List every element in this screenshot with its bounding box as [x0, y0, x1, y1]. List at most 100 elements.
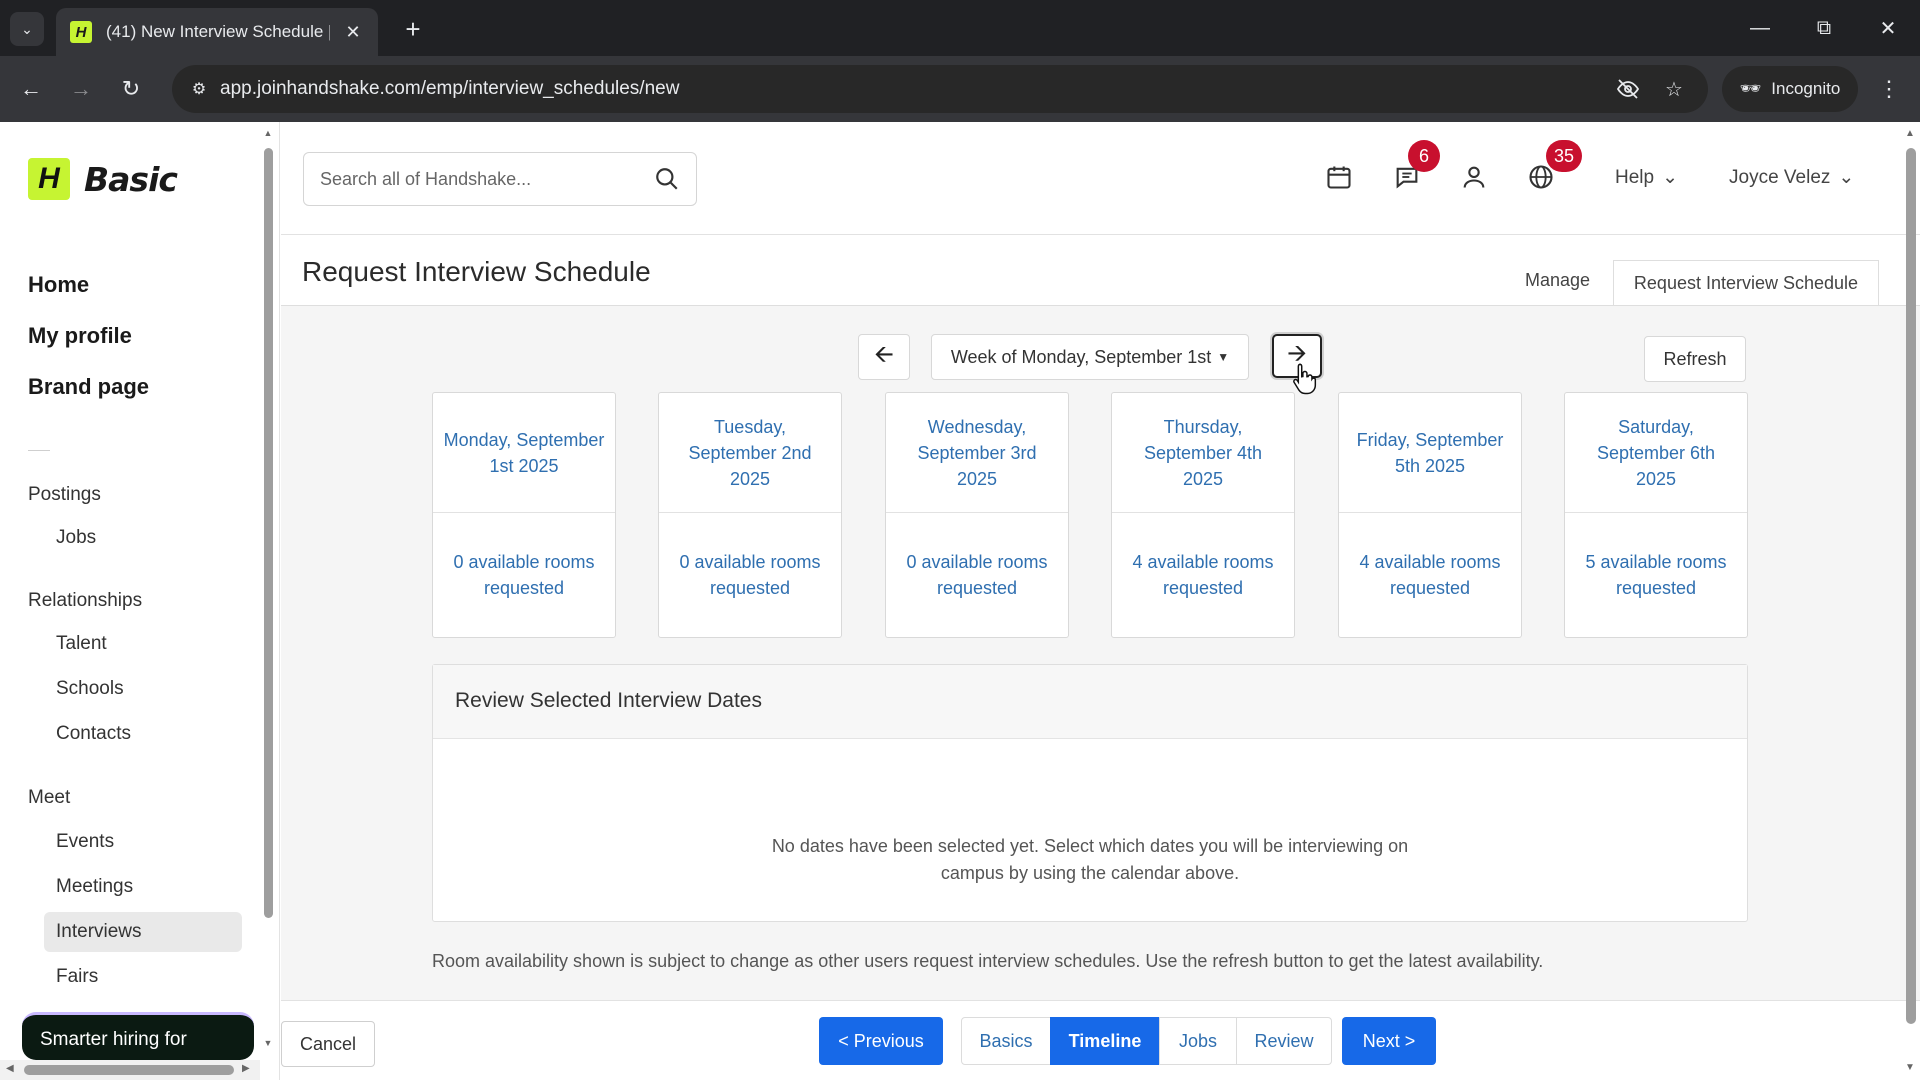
day-rooms[interactable]: 4 available rooms requested — [1339, 513, 1521, 637]
minimize-window-button[interactable]: — — [1740, 10, 1780, 46]
day-rooms[interactable]: 4 available rooms requested — [1112, 513, 1294, 637]
step-jobs[interactable]: Jobs — [1159, 1017, 1237, 1065]
scroll-right-icon[interactable]: ▶ — [242, 1063, 250, 1074]
back-arrow-icon[interactable]: ← — [14, 72, 48, 106]
browser-menu-icon[interactable]: ⋮ — [1872, 72, 1906, 106]
step-review[interactable]: Review — [1236, 1017, 1332, 1065]
day-card-friday[interactable]: Friday, September 5th 2025 4 available r… — [1338, 392, 1522, 638]
restore-window-button[interactable]: ⧉ — [1804, 10, 1844, 46]
tab-request-interview-schedule[interactable]: Request Interview Schedule — [1613, 260, 1879, 306]
main-scroll-down-icon[interactable]: ▼ — [1905, 1062, 1915, 1073]
sidebar-scroll-down-icon[interactable]: ▼ — [262, 1038, 274, 1050]
address-bar[interactable]: ⚙ app.joinhandshake.com/emp/interview_sc… — [172, 65, 1708, 113]
sidebar-item-talent[interactable]: Talent — [44, 624, 242, 664]
sidebar-scrollbar-thumb[interactable] — [264, 148, 273, 918]
promo-banner[interactable]: Smarter hiring for — [22, 1012, 254, 1060]
main-content: 6 35 Help ⌄ Joyce Velez ⌄ Request Interv… — [281, 122, 1920, 1080]
url-text[interactable]: app.joinhandshake.com/emp/interview_sche… — [220, 78, 679, 100]
forward-arrow-icon[interactable]: → — [64, 72, 98, 106]
day-card-tuesday[interactable]: Tuesday, September 2nd 2025 0 available … — [658, 392, 842, 638]
sidebar-divider — [28, 450, 50, 451]
day-date[interactable]: Thursday, September 4th 2025 — [1112, 393, 1294, 513]
scroll-left-icon[interactable]: ◀ — [6, 1063, 14, 1074]
day-card-wednesday[interactable]: Wednesday, September 3rd 2025 0 availabl… — [885, 392, 1069, 638]
sidebar-item-events[interactable]: Events — [44, 822, 242, 862]
previous-button[interactable]: < Previous — [819, 1017, 943, 1065]
global-search[interactable] — [303, 152, 697, 206]
hand-cursor-icon — [1293, 363, 1317, 395]
sidebar-link-brand-page[interactable]: Brand page — [28, 374, 149, 400]
site-info-icon[interactable]: ⚙ — [182, 72, 216, 106]
main-scroll-up-icon[interactable]: ▲ — [1905, 128, 1915, 139]
sidebar-item-fairs[interactable]: Fairs — [44, 957, 242, 997]
arrow-left-icon: 🡨 — [874, 340, 894, 368]
user-menu[interactable]: Joyce Velez ⌄ — [1729, 166, 1854, 189]
incognito-indicator[interactable]: 🕶 Incognito — [1722, 66, 1858, 112]
day-rooms[interactable]: 0 available rooms requested — [659, 513, 841, 637]
sidebar-link-my-profile[interactable]: My profile — [28, 323, 132, 349]
main-scrollbar-thumb[interactable] — [1906, 148, 1916, 1024]
step-timeline[interactable]: Timeline — [1050, 1017, 1160, 1065]
week-label: Week of Monday, September 1st — [950, 346, 1212, 367]
sidebar: H Basic Home My profile Brand page Posti… — [0, 122, 280, 1080]
day-rooms[interactable]: 0 available rooms requested — [886, 513, 1068, 637]
reload-icon[interactable]: ↻ — [114, 72, 148, 106]
browser-tab-active[interactable]: H (41) New Interview Schedule | H ✕ — [56, 8, 378, 56]
user-profile-icon[interactable] — [1457, 160, 1491, 194]
eye-off-icon[interactable] — [1612, 73, 1644, 105]
day-date[interactable]: Wednesday, September 3rd 2025 — [886, 393, 1068, 513]
tab-search-button[interactable]: ⌄ — [10, 12, 44, 46]
day-card-thursday[interactable]: Thursday, September 4th 2025 4 available… — [1111, 392, 1295, 638]
wizard-footer: Cancel < Previous Basics Timeline Jobs R… — [281, 1000, 1920, 1080]
incognito-label: Incognito — [1771, 79, 1841, 98]
day-card-saturday[interactable]: Saturday, September 6th 2025 5 available… — [1564, 392, 1748, 638]
step-basics[interactable]: Basics — [961, 1017, 1051, 1065]
incognito-icon: 🕶 — [1739, 79, 1762, 98]
user-name: Joyce Velez — [1729, 166, 1831, 188]
day-rooms[interactable]: 5 available rooms requested — [1565, 513, 1747, 637]
week-selector[interactable]: Week of Monday, September 1st ▼ — [931, 334, 1249, 380]
browser-tab-bar: ⌄ H (41) New Interview Schedule | H ✕ + … — [0, 0, 1920, 56]
browser-toolbar: ← → ↻ ⚙ app.joinhandshake.com/emp/interv… — [0, 56, 1920, 122]
next-button[interactable]: Next > — [1342, 1017, 1436, 1065]
sidebar-item-interviews[interactable]: Interviews — [44, 912, 242, 952]
day-rooms[interactable]: 0 available rooms requested — [433, 513, 615, 637]
bookmark-star-icon[interactable]: ☆ — [1658, 73, 1690, 105]
search-input[interactable] — [304, 153, 644, 205]
sidebar-group-meet: Meet — [28, 787, 71, 808]
sidebar-item-schools[interactable]: Schools — [44, 669, 242, 709]
tab-close-icon[interactable]: ✕ — [342, 22, 364, 43]
previous-week-button[interactable]: 🡨 — [858, 334, 910, 380]
review-empty-message: No dates have been selected yet. Select … — [771, 836, 1409, 883]
sidebar-group-relationships: Relationships — [28, 590, 143, 611]
sidebar-scroll-up-icon[interactable]: ▲ — [262, 128, 274, 140]
day-card-monday[interactable]: Monday, September 1st 2025 0 available r… — [432, 392, 616, 638]
logo-text: Basic — [84, 159, 178, 199]
notifications-badge: 35 — [1546, 140, 1583, 172]
sidebar-item-meetings[interactable]: Meetings — [44, 867, 242, 907]
calendar-icon[interactable] — [1322, 160, 1356, 194]
browser-tab-title: (41) New Interview Schedule | H — [106, 22, 330, 41]
handshake-favicon-icon: H — [70, 21, 92, 43]
search-icon[interactable] — [654, 166, 680, 192]
sidebar-horizontal-scrollbar[interactable]: ◀ ▶ — [0, 1060, 260, 1080]
new-tab-button[interactable]: + — [396, 12, 430, 46]
help-label: Help — [1615, 166, 1655, 188]
close-window-button[interactable]: ✕ — [1868, 10, 1908, 46]
review-selected-dates-panel: Review Selected Interview Dates No dates… — [432, 664, 1748, 922]
refresh-button[interactable]: Refresh — [1644, 336, 1746, 382]
day-date[interactable]: Friday, September 5th 2025 — [1339, 393, 1521, 513]
caret-down-icon: ▼ — [1217, 350, 1230, 364]
cancel-button[interactable]: Cancel — [281, 1021, 375, 1067]
help-menu[interactable]: Help ⌄ — [1615, 166, 1678, 189]
day-date[interactable]: Saturday, September 6th 2025 — [1565, 393, 1747, 513]
chevron-down-icon: ⌄ — [1838, 167, 1855, 188]
sidebar-item-jobs[interactable]: Jobs — [44, 518, 242, 558]
tab-manage[interactable]: Manage — [1525, 270, 1590, 291]
sidebar-link-home[interactable]: Home — [28, 272, 89, 298]
day-date[interactable]: Monday, September 1st 2025 — [433, 393, 615, 513]
day-date[interactable]: Tuesday, September 2nd 2025 — [659, 393, 841, 513]
horizontal-scrollbar-thumb[interactable] — [24, 1065, 234, 1075]
handshake-logo[interactable]: H Basic — [28, 158, 178, 200]
sidebar-item-contacts[interactable]: Contacts — [44, 714, 242, 754]
